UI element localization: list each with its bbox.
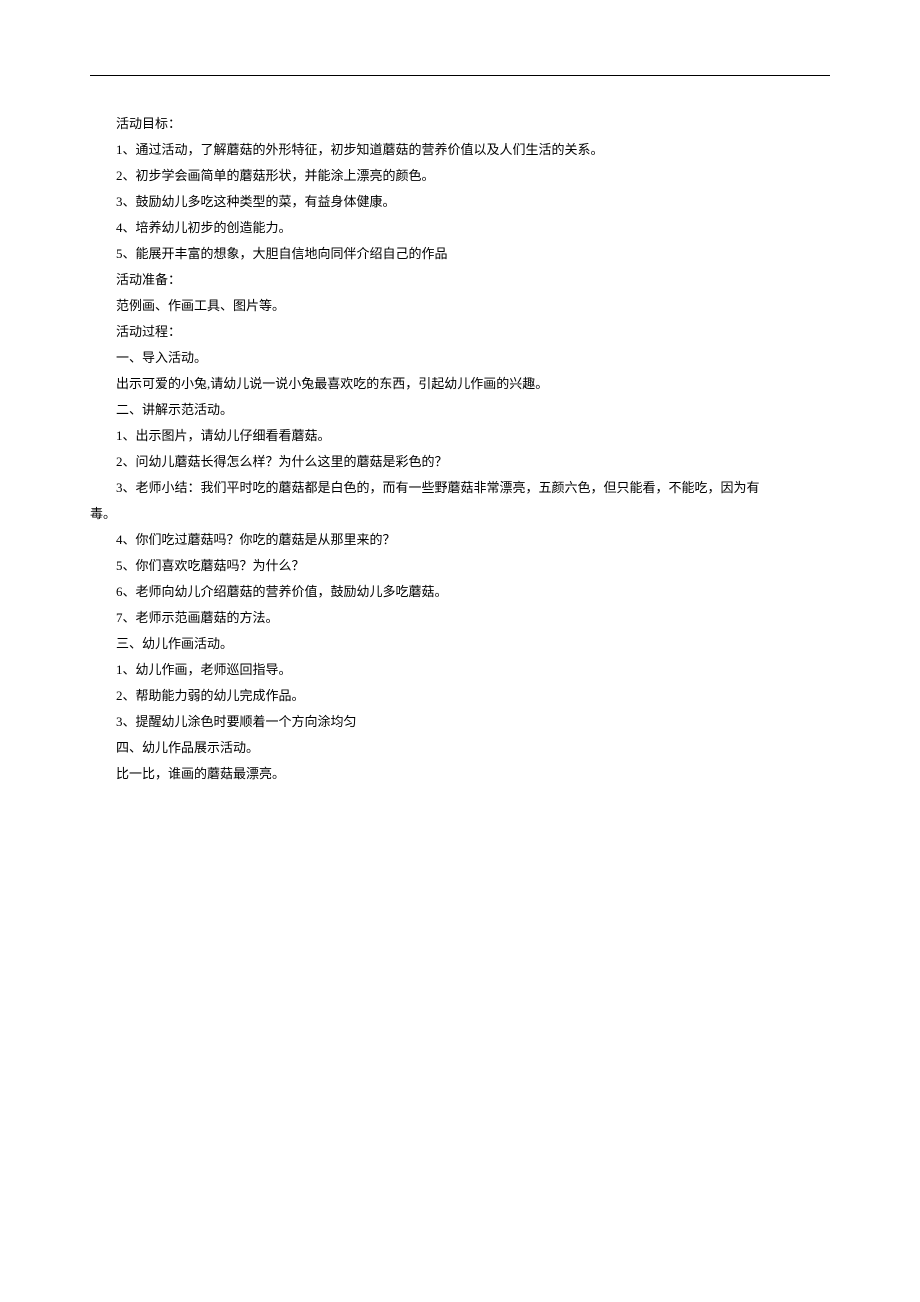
text-line: 1、通过活动，了解蘑菇的外形特征，初步知道蘑菇的营养价值以及人们生活的关系。 — [90, 137, 830, 163]
text-line: 2、问幼儿蘑菇长得怎么样？为什么这里的蘑菇是彩色的？ — [90, 449, 830, 475]
text-line: 2、初步学会画简单的蘑菇形状，并能涂上漂亮的颜色。 — [90, 163, 830, 189]
text-line: 活动准备： — [90, 267, 830, 293]
text-line: 3、鼓励幼儿多吃这种类型的菜，有益身体健康。 — [90, 189, 830, 215]
text-line: 5、你们喜欢吃蘑菇吗？为什么？ — [90, 553, 830, 579]
document-content: 活动目标： 1、通过活动，了解蘑菇的外形特征，初步知道蘑菇的营养价值以及人们生活… — [90, 111, 830, 787]
text-line: 7、老师示范画蘑菇的方法。 — [90, 605, 830, 631]
top-divider — [90, 75, 830, 76]
text-line: 1、幼儿作画，老师巡回指导。 — [90, 657, 830, 683]
text-line: 4、你们吃过蘑菇吗？你吃的蘑菇是从那里来的？ — [90, 527, 830, 553]
text-line: 5、能展开丰富的想象，大胆自信地向同伴介绍自己的作品 — [90, 241, 830, 267]
text-line: 比一比，谁画的蘑菇最漂亮。 — [90, 761, 830, 787]
text-line: 毒。 — [90, 501, 830, 527]
text-line: 一、导入活动。 — [90, 345, 830, 371]
text-line: 四、幼儿作品展示活动。 — [90, 735, 830, 761]
document-page: 活动目标： 1、通过活动，了解蘑菇的外形特征，初步知道蘑菇的营养价值以及人们生活… — [0, 0, 920, 787]
text-line: 3、提醒幼儿涂色时要顺着一个方向涂均匀 — [90, 709, 830, 735]
text-line: 出示可爱的小兔,请幼儿说一说小兔最喜欢吃的东西，引起幼儿作画的兴趣。 — [90, 371, 830, 397]
text-line: 活动目标： — [90, 111, 830, 137]
text-line: 6、老师向幼儿介绍蘑菇的营养价值，鼓励幼儿多吃蘑菇。 — [90, 579, 830, 605]
text-line: 活动过程： — [90, 319, 830, 345]
text-line: 范例画、作画工具、图片等。 — [90, 293, 830, 319]
text-line: 4、培养幼儿初步的创造能力。 — [90, 215, 830, 241]
text-line: 2、帮助能力弱的幼儿完成作品。 — [90, 683, 830, 709]
text-line: 3、老师小结：我们平时吃的蘑菇都是白色的，而有一些野蘑菇非常漂亮，五颜六色，但只… — [90, 475, 830, 501]
text-line: 三、幼儿作画活动。 — [90, 631, 830, 657]
text-line: 1、出示图片，请幼儿仔细看看蘑菇。 — [90, 423, 830, 449]
text-line: 二、讲解示范活动。 — [90, 397, 830, 423]
